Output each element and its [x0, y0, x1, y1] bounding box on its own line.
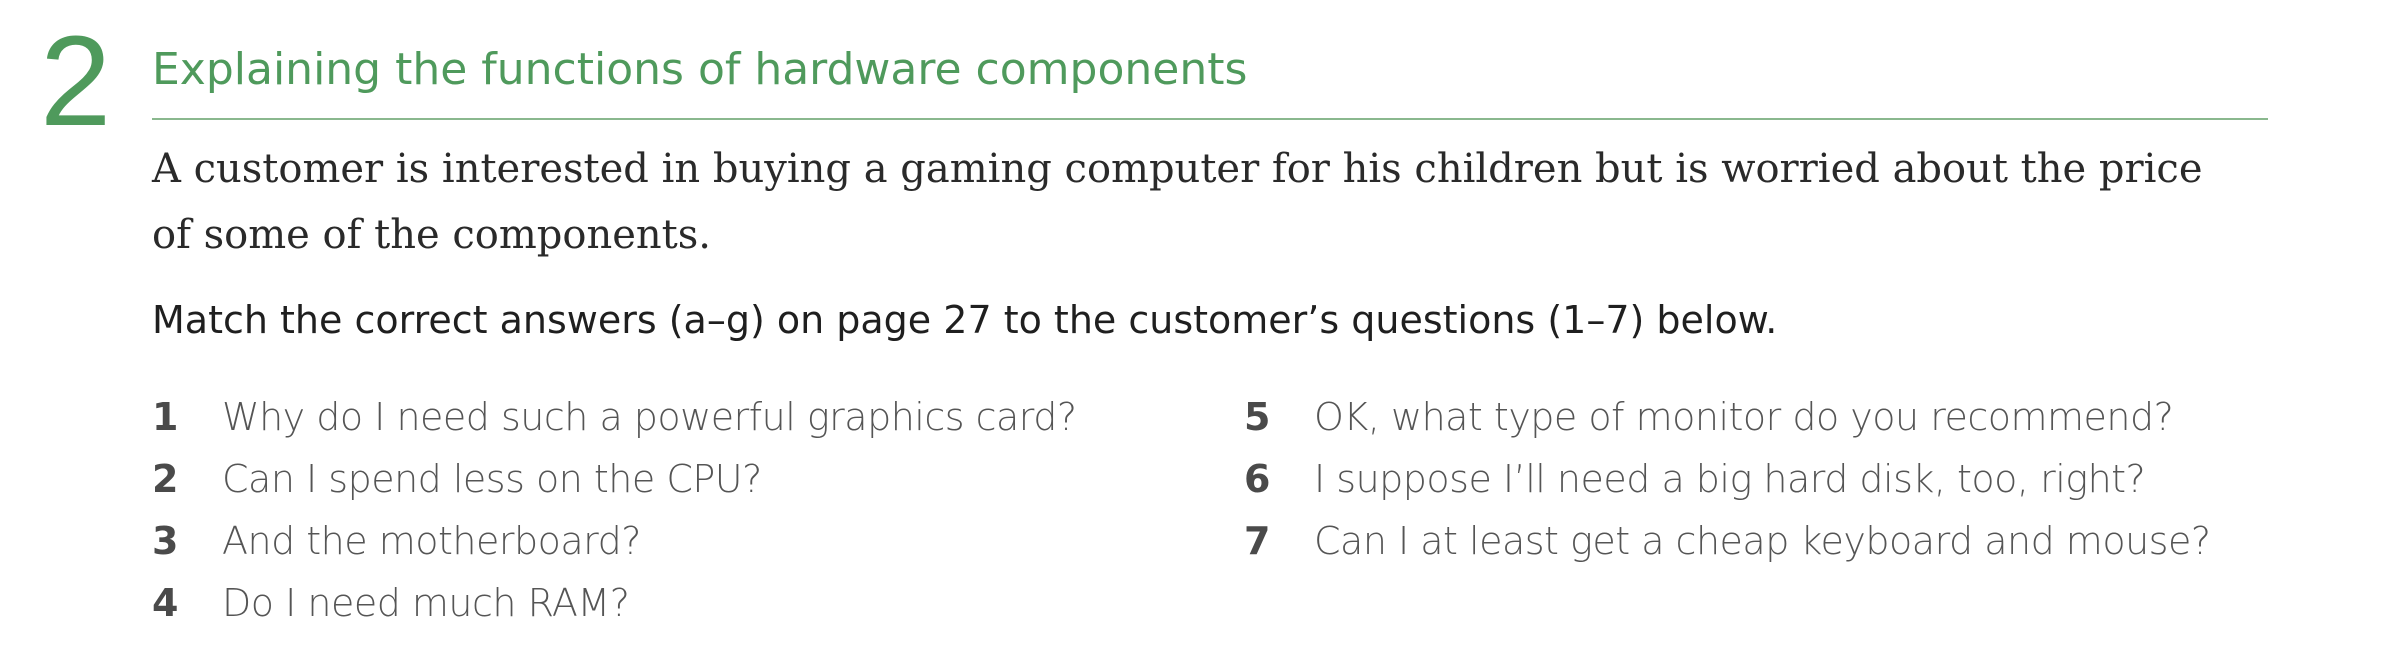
exercise-instruction: Match the correct answers (a–g) on page … — [152, 298, 1778, 342]
question-text: And the motherboard? — [222, 519, 641, 563]
section-number: 2 — [40, 10, 112, 153]
section-title: Explaining the functions of hardware com… — [152, 44, 1248, 95]
question-text: Can I at least get a cheap keyboard and … — [1314, 519, 2211, 563]
question-item: 5 OK, what type of monitor do you recomm… — [1244, 386, 2211, 448]
question-item: 6 I suppose I’ll need a big hard disk, t… — [1244, 448, 2211, 510]
question-number: 1 — [152, 395, 179, 439]
question-item: 4 Do I need much RAM? — [152, 572, 1077, 634]
question-text: Why do I need such a powerful graphics c… — [222, 395, 1077, 439]
intro-paragraph: A customer is interested in buying a gam… — [152, 146, 2203, 258]
question-number: 3 — [152, 519, 179, 563]
question-item: 7 Can I at least get a cheap keyboard an… — [1244, 510, 2211, 572]
question-number: 2 — [152, 457, 179, 501]
question-item: 3 And the motherboard? — [152, 510, 1077, 572]
question-text: I suppose I’ll need a big hard disk, too… — [1314, 457, 2146, 501]
questions-column-right: 5 OK, what type of monitor do you recomm… — [1244, 386, 2211, 572]
question-number: 5 — [1244, 395, 1271, 439]
questions-column-left: 1 Why do I need such a powerful graphics… — [152, 386, 1077, 634]
question-text: Can I spend less on the CPU? — [222, 457, 762, 501]
question-number: 7 — [1244, 519, 1271, 563]
question-item: 1 Why do I need such a powerful graphics… — [152, 386, 1077, 448]
question-number: 6 — [1244, 457, 1271, 501]
question-text: Do I need much RAM? — [222, 581, 630, 625]
title-divider — [152, 118, 2268, 120]
question-item: 2 Can I spend less on the CPU? — [152, 448, 1077, 510]
question-number: 4 — [152, 581, 179, 625]
question-text: OK, what type of monitor do you recommen… — [1314, 395, 2174, 439]
